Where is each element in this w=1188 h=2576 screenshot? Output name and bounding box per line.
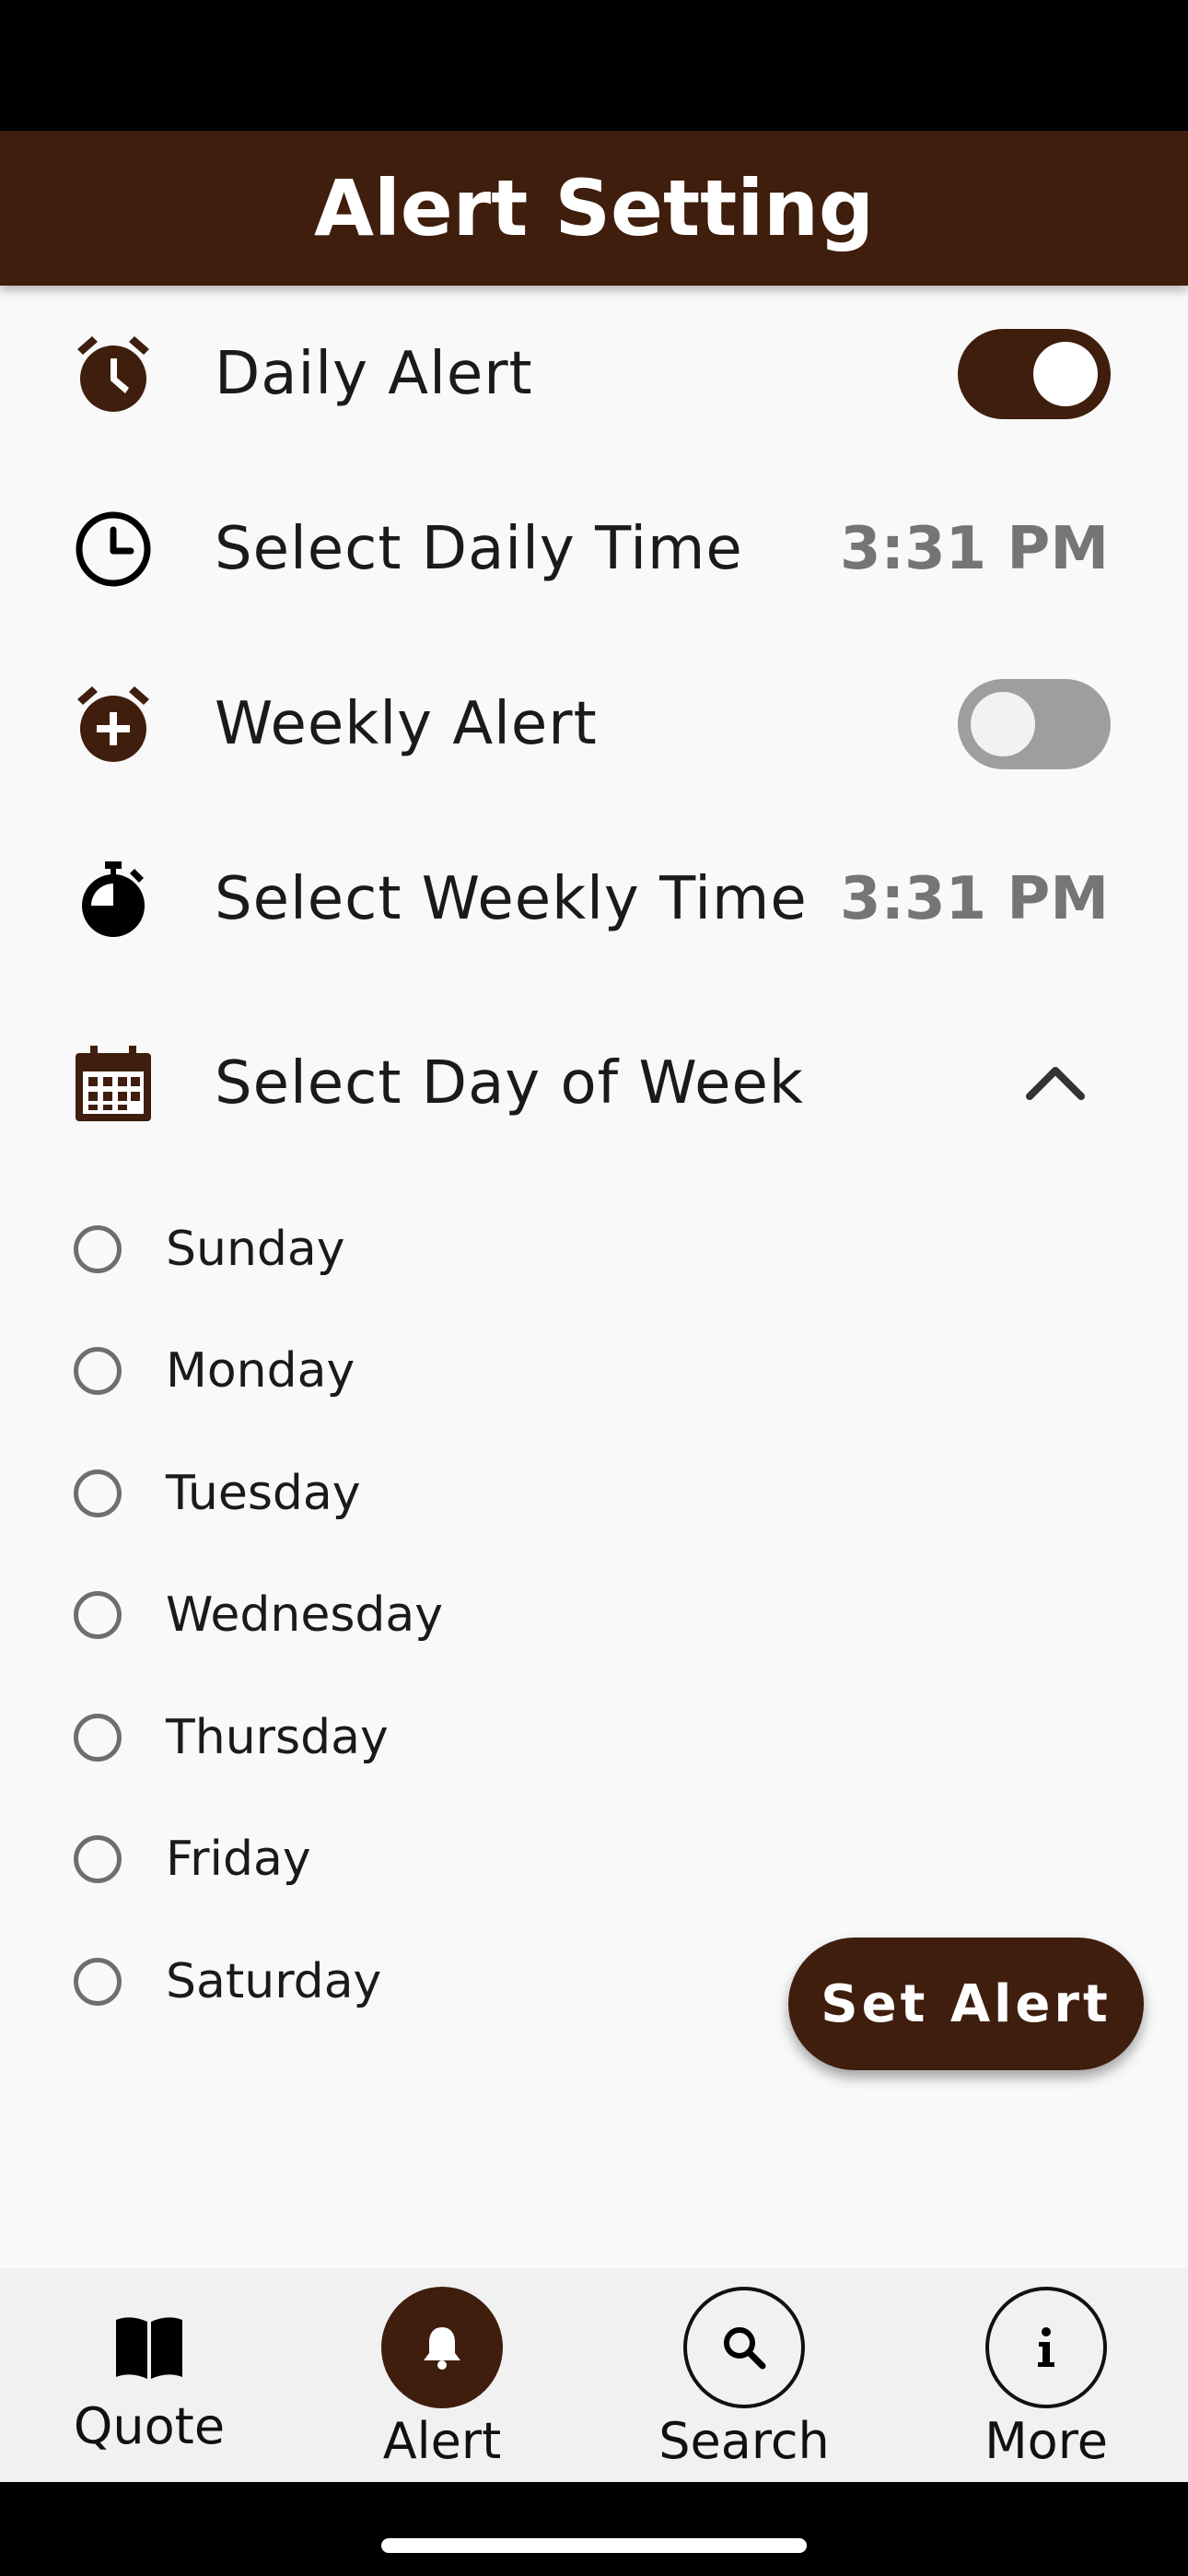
daily-alert-toggle[interactable] [958,329,1111,419]
home-indicator[interactable] [381,2538,807,2553]
bell-icon [424,2327,460,2370]
nav-item-more[interactable]: More [936,2268,1157,2482]
day-label: Friday [166,1832,311,1887]
alert-nav-circle [381,2287,503,2408]
day-option-thursday[interactable]: Thursday [0,1692,829,1784]
weekly-time-label: Select Weekly Time [215,865,808,933]
day-label: Tuesday [166,1466,361,1521]
daily-time-value[interactable]: 3:31 PM [840,515,1109,583]
day-option-sunday[interactable]: Sunday [0,1203,829,1295]
day-option-monday[interactable]: Monday [0,1325,829,1417]
weekly-alert-row: Weekly Alert [0,650,1188,798]
day-option-saturday[interactable]: Saturday [0,1936,829,2028]
radio-button[interactable] [74,1958,122,2006]
more-nav-circle [985,2287,1107,2408]
nav-label-search: Search [658,2412,830,2470]
radio-button[interactable] [74,1591,122,1639]
radio-button[interactable] [74,1835,122,1883]
radio-button[interactable] [74,1225,122,1273]
radio-button[interactable] [74,1714,122,1762]
daily-time-label: Select Daily Time [215,515,743,583]
calendar-icon [74,1044,153,1123]
day-option-tuesday[interactable]: Tuesday [0,1447,829,1540]
set-alert-button[interactable]: Set Alert [788,1938,1144,2070]
status-bar [0,0,1188,131]
daily-alert-label: Daily Alert [215,340,533,408]
search-nav-circle [683,2287,805,2408]
radio-button[interactable] [74,1347,122,1395]
nav-item-search[interactable]: Search [634,2268,855,2482]
day-label: Saturday [166,1954,382,2009]
nav-label-quote: Quote [73,2397,226,2455]
alarm-clock-icon [74,334,153,414]
nav-item-quote[interactable]: Quote [39,2268,260,2482]
clock-icon [74,509,153,589]
toggle-knob [971,692,1035,756]
daily-alert-row: Daily Alert [0,300,1188,448]
app-bar: Alert Setting [0,131,1188,286]
day-option-wednesday[interactable]: Wednesday [0,1569,829,1661]
weekly-alert-toggle[interactable] [958,679,1111,769]
day-label: Wednesday [166,1587,444,1643]
toggle-knob [1033,342,1098,406]
nav-label-alert: Alert [382,2412,502,2470]
day-label: Sunday [166,1222,345,1277]
stopwatch-icon [74,860,153,939]
day-of-week-label: Select Day of Week [215,1049,804,1118]
weekly-time-value[interactable]: 3:31 PM [840,865,1109,933]
day-of-week-row[interactable]: Select Day of Week [0,1010,1188,1157]
book-icon [112,2311,186,2384]
day-option-friday[interactable]: Friday [0,1813,829,1905]
weekly-alert-label: Weekly Alert [215,690,598,758]
day-label: Monday [166,1343,355,1399]
alarm-add-icon [74,685,153,764]
bottom-nav: Quote Alert Search More [0,2268,1188,2482]
day-label: Thursday [166,1710,389,1765]
page-title: Alert Setting [313,163,875,253]
search-icon [724,2327,766,2370]
nav-label-more: More [984,2412,1108,2470]
home-indicator-area [0,2482,1188,2576]
info-icon [1038,2327,1054,2367]
nav-item-alert[interactable]: Alert [332,2268,553,2482]
radio-button[interactable] [74,1469,122,1517]
weekly-time-row[interactable]: Select Weekly Time 3:31 PM [0,825,1188,973]
daily-time-row[interactable]: Select Daily Time 3:31 PM [0,475,1188,623]
chevron-up-icon[interactable] [1022,1050,1089,1117]
